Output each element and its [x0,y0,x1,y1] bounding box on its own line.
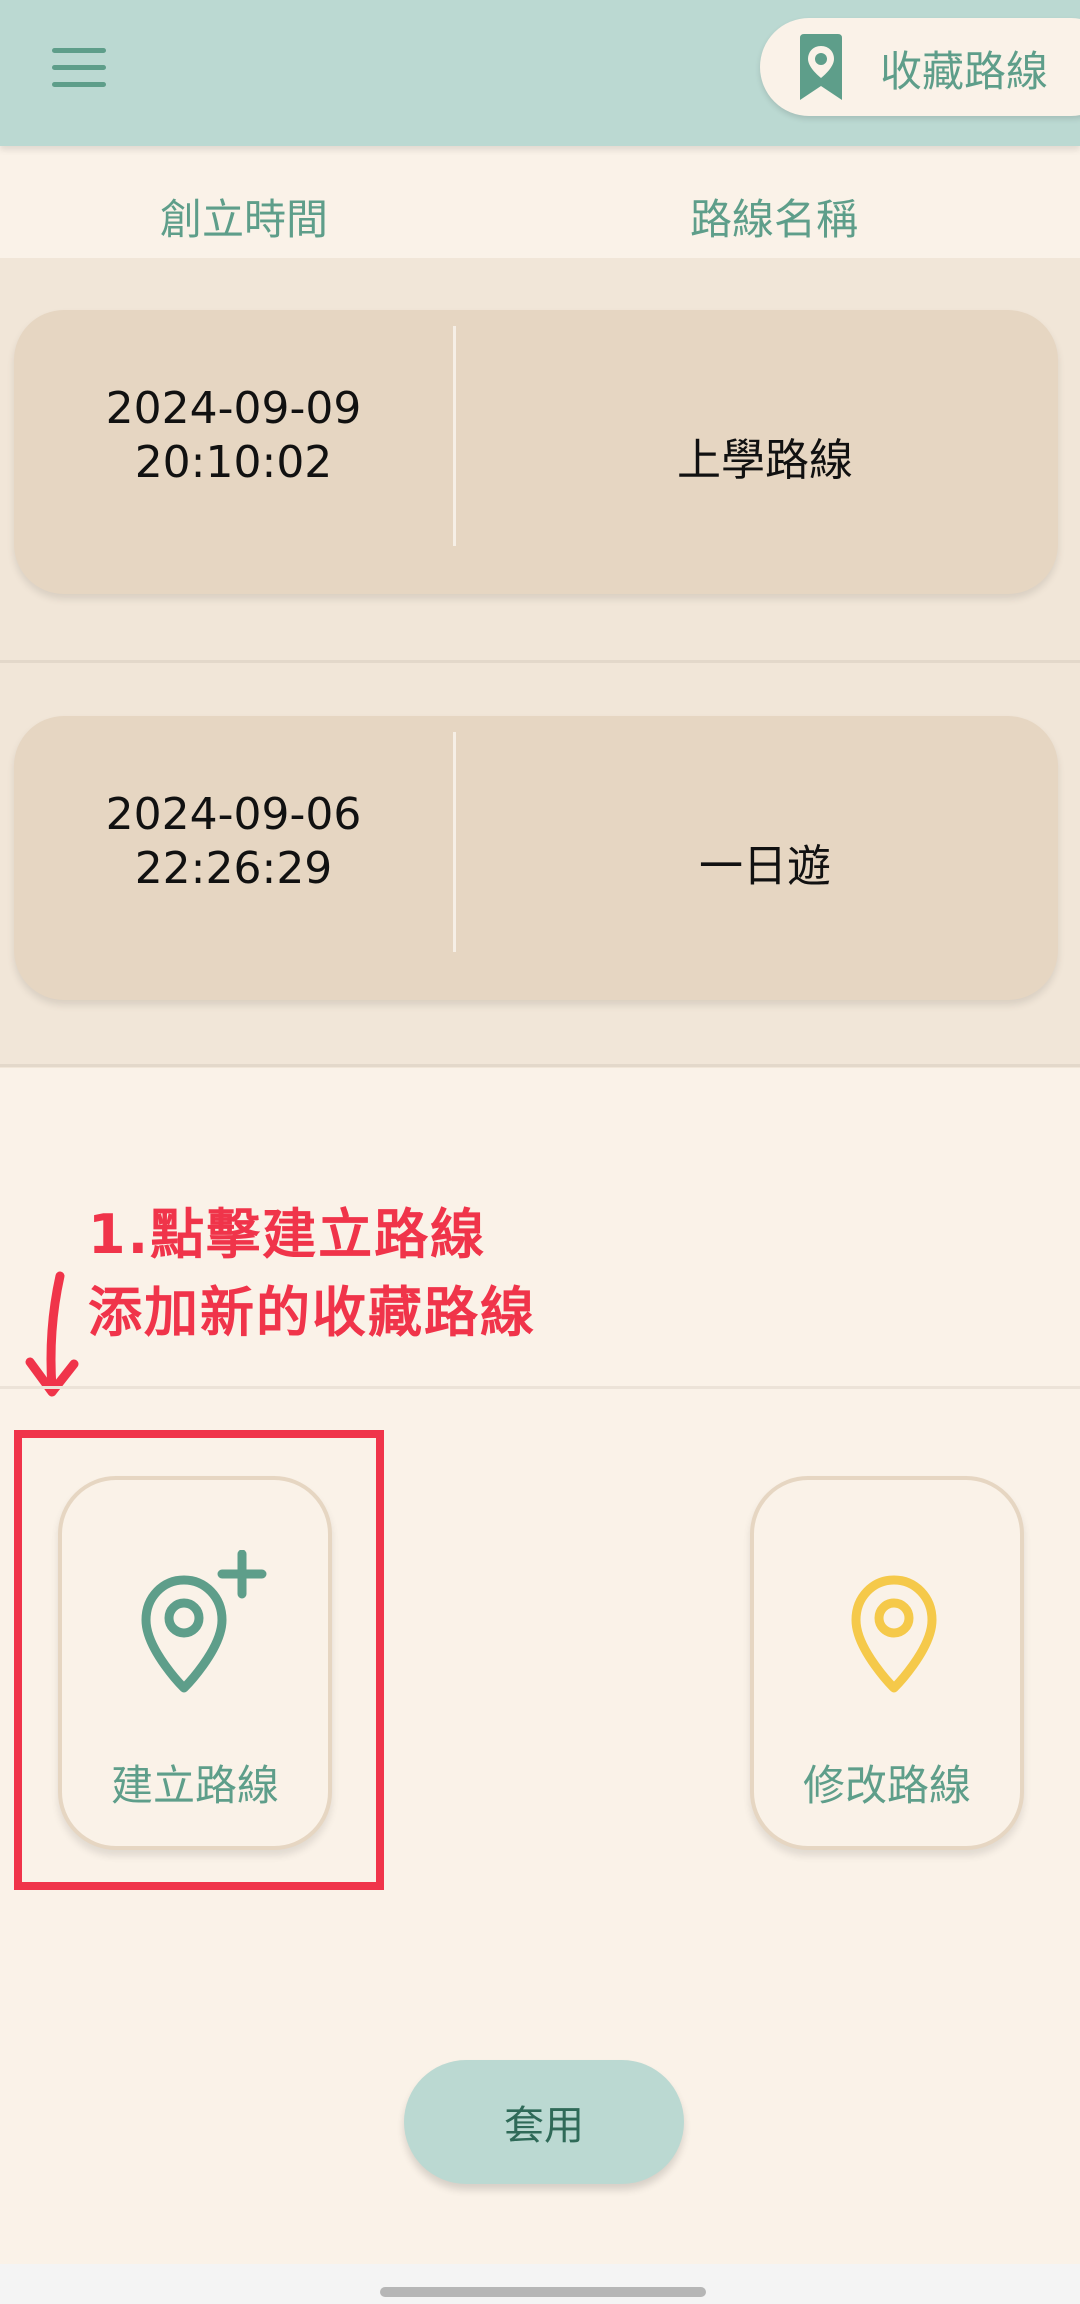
app-bar: 收藏路線 [0,0,1080,146]
bookmark-pin-icon [800,34,842,100]
route-created-time: 2024-09-09 20:10:02 [14,382,453,490]
page-title: 收藏路線 [880,47,1049,96]
annotation-line-2: 添加新的收藏路線 [88,1281,536,1344]
title-pill: 收藏路線 [760,18,1080,116]
create-route-label: 建立路線 [110,1761,279,1810]
section-divider [0,1386,1080,1389]
route-time: 22:26:29 [134,843,333,894]
location-pin-icon [851,1575,937,1693]
route-card[interactable]: 2024-09-06 22:26:29 一日遊 [14,716,1058,1000]
column-header-created-time: 創立時間 [160,195,329,244]
annotation-line-1: 1.點擊建立路線 [88,1203,487,1266]
route-date: 2024-09-09 [105,383,362,434]
route-list: 2024-09-09 20:10:02 上學路線 2024-09-06 22:2… [0,258,1080,1068]
route-name: 一日遊 [699,841,831,892]
route-name: 上學路線 [677,435,853,486]
route-date: 2024-09-06 [105,789,362,840]
column-header-route-name: 路線名稱 [690,195,859,244]
add-location-pin-icon [141,1550,267,1693]
hamburger-menu-icon[interactable] [52,48,106,88]
route-card[interactable]: 2024-09-09 20:10:02 上學路線 [14,310,1058,594]
home-indicator[interactable] [380,2287,706,2297]
route-time: 20:10:02 [134,437,333,488]
arrow-down-icon [25,1271,79,1397]
edit-route-label: 修改路線 [802,1761,971,1810]
row-divider [0,1064,1080,1067]
row-divider [0,660,1080,663]
create-route-button[interactable]: 建立路線 [58,1476,332,1850]
system-nav-bar [0,2264,1080,2304]
apply-button[interactable]: 套用 [404,2060,684,2184]
edit-route-button[interactable]: 修改路線 [750,1476,1024,1850]
route-created-time: 2024-09-06 22:26:29 [14,788,453,896]
